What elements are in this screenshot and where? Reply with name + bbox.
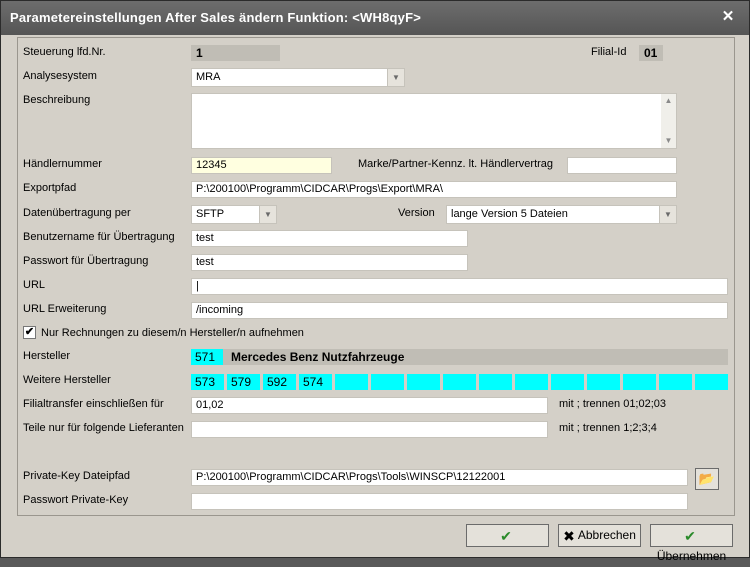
user-label: Benutzername für Übertragung xyxy=(23,231,175,243)
apply-check-icon: ✔ xyxy=(684,527,696,544)
only-invoices-label: Nur Rechnungen zu diesem/n Hersteller/n … xyxy=(41,327,304,339)
analyse-select[interactable]: MRA ▼ xyxy=(191,68,405,87)
chevron-down-icon[interactable]: ▼ xyxy=(259,206,276,223)
weitere-hersteller-field[interactable] xyxy=(623,374,656,390)
scroll-up-icon[interactable]: ▲ xyxy=(661,94,676,108)
url-input[interactable]: | xyxy=(191,278,728,295)
chevron-down-icon[interactable]: ▼ xyxy=(387,69,404,86)
weitere-hersteller-field[interactable]: 579 xyxy=(227,374,260,390)
marke-label: Marke/Partner-Kennz. lt. Händlervertrag xyxy=(358,158,554,170)
weitere-hersteller-field[interactable] xyxy=(479,374,512,390)
teile-hint: mit ; trennen 1;2;3;4 xyxy=(559,422,657,434)
teile-input[interactable] xyxy=(191,421,548,438)
version-value: lange Version 5 Dateien xyxy=(451,208,568,220)
marke-input[interactable] xyxy=(567,157,677,174)
weitere-hersteller-field[interactable] xyxy=(515,374,548,390)
hersteller-label: Hersteller xyxy=(23,350,71,362)
exportpfad-label: Exportpfad xyxy=(23,182,77,194)
version-label: Version xyxy=(398,207,435,219)
weitere-hersteller-field[interactable]: 574 xyxy=(299,374,332,390)
weitere-hersteller-field[interactable] xyxy=(407,374,440,390)
weitere-hersteller-field[interactable] xyxy=(335,374,368,390)
haendler-input[interactable]: 12345 xyxy=(191,157,332,174)
analyse-label: Analysesystem xyxy=(23,70,97,82)
beschreibung-scrollbar[interactable]: ▲ ▼ xyxy=(661,94,676,148)
apply-button[interactable]: ✔ Übernehmen xyxy=(650,524,733,563)
filialtransfer-input[interactable]: 01,02 xyxy=(191,397,548,414)
exportpfad-input[interactable]: P:\200100\Programm\CIDCAR\Progs\Export\M… xyxy=(191,181,677,198)
window-title: Parametereinstellungen After Sales änder… xyxy=(10,10,422,25)
analyse-value: MRA xyxy=(196,71,221,83)
weitere-hersteller-field[interactable] xyxy=(551,374,584,390)
scroll-down-icon[interactable]: ▼ xyxy=(661,134,676,148)
cancel-button[interactable]: ✖ Abbrechen xyxy=(558,524,641,547)
weitere-hersteller-field[interactable] xyxy=(371,374,404,390)
weitere-hersteller-field[interactable] xyxy=(695,374,728,390)
url-ext-label: URL Erweiterung xyxy=(23,303,107,315)
only-invoices-checkbox[interactable]: ✔ xyxy=(23,326,36,339)
filial-label: Filial-Id xyxy=(591,46,627,58)
haendler-label: Händlernummer xyxy=(23,158,102,170)
weitere-hersteller-field[interactable] xyxy=(587,374,620,390)
filialtransfer-hint: mit ; trennen 01;02;03 xyxy=(559,398,667,410)
steuerung-label: Steuerung lfd.Nr. xyxy=(23,46,106,58)
title-bar[interactable]: Parametereinstellungen After Sales änder… xyxy=(1,1,749,35)
url-ext-input[interactable]: /incoming xyxy=(191,302,728,319)
hersteller-name: Mercedes Benz Nutzfahrzeuge xyxy=(231,350,405,364)
ok-button[interactable]: ✔ xyxy=(466,524,549,547)
privatekey-pw-input[interactable] xyxy=(191,493,688,510)
version-select[interactable]: lange Version 5 Dateien ▼ xyxy=(446,205,677,224)
close-icon[interactable]: ✕ xyxy=(719,7,737,27)
cancel-button-label: Abbrechen xyxy=(577,528,636,542)
chevron-down-icon[interactable]: ▼ xyxy=(659,206,676,223)
weitere-hersteller-field[interactable]: 592 xyxy=(263,374,296,390)
privatekey-label: Private-Key Dateipfad xyxy=(23,470,130,482)
transfer-label: Datenübertragung per xyxy=(23,207,131,219)
url-label: URL xyxy=(23,279,46,291)
apply-button-label: Übernehmen xyxy=(656,549,727,563)
privatekey-input[interactable]: P:\200100\Programm\CIDCAR\Progs\Tools\WI… xyxy=(191,469,688,486)
dialog-window: Parametereinstellungen After Sales änder… xyxy=(0,0,750,563)
weitere-hersteller-field[interactable] xyxy=(659,374,692,390)
teile-label: Teile nur für folgende Lieferanten xyxy=(23,422,184,434)
ok-check-icon: ✔ xyxy=(500,527,512,544)
password-label: Passwort für Übertragung xyxy=(23,255,149,267)
weitere-hersteller-field[interactable] xyxy=(443,374,476,390)
beschreibung-label: Beschreibung xyxy=(23,94,91,106)
password-input[interactable]: test xyxy=(191,254,468,271)
filial-value: 01 xyxy=(639,45,663,61)
transfer-value: SFTP xyxy=(196,208,225,220)
filialtransfer-label: Filialtransfer einschließen für xyxy=(23,398,164,410)
weitere-label: Weitere Hersteller xyxy=(23,374,111,386)
hersteller-code[interactable]: 571 xyxy=(191,349,223,365)
transfer-select[interactable]: SFTP ▼ xyxy=(191,205,277,224)
folder-open-icon[interactable]: 📂 xyxy=(695,468,719,490)
user-input[interactable]: test xyxy=(191,230,468,247)
weitere-hersteller-field[interactable]: 573 xyxy=(191,374,224,390)
steuerung-value: 1 xyxy=(191,45,280,61)
cancel-x-icon: ✖ xyxy=(563,527,575,544)
privatekey-pw-label: Passwort Private-Key xyxy=(23,494,129,506)
beschreibung-textarea[interactable]: ▲ ▼ xyxy=(191,93,677,149)
